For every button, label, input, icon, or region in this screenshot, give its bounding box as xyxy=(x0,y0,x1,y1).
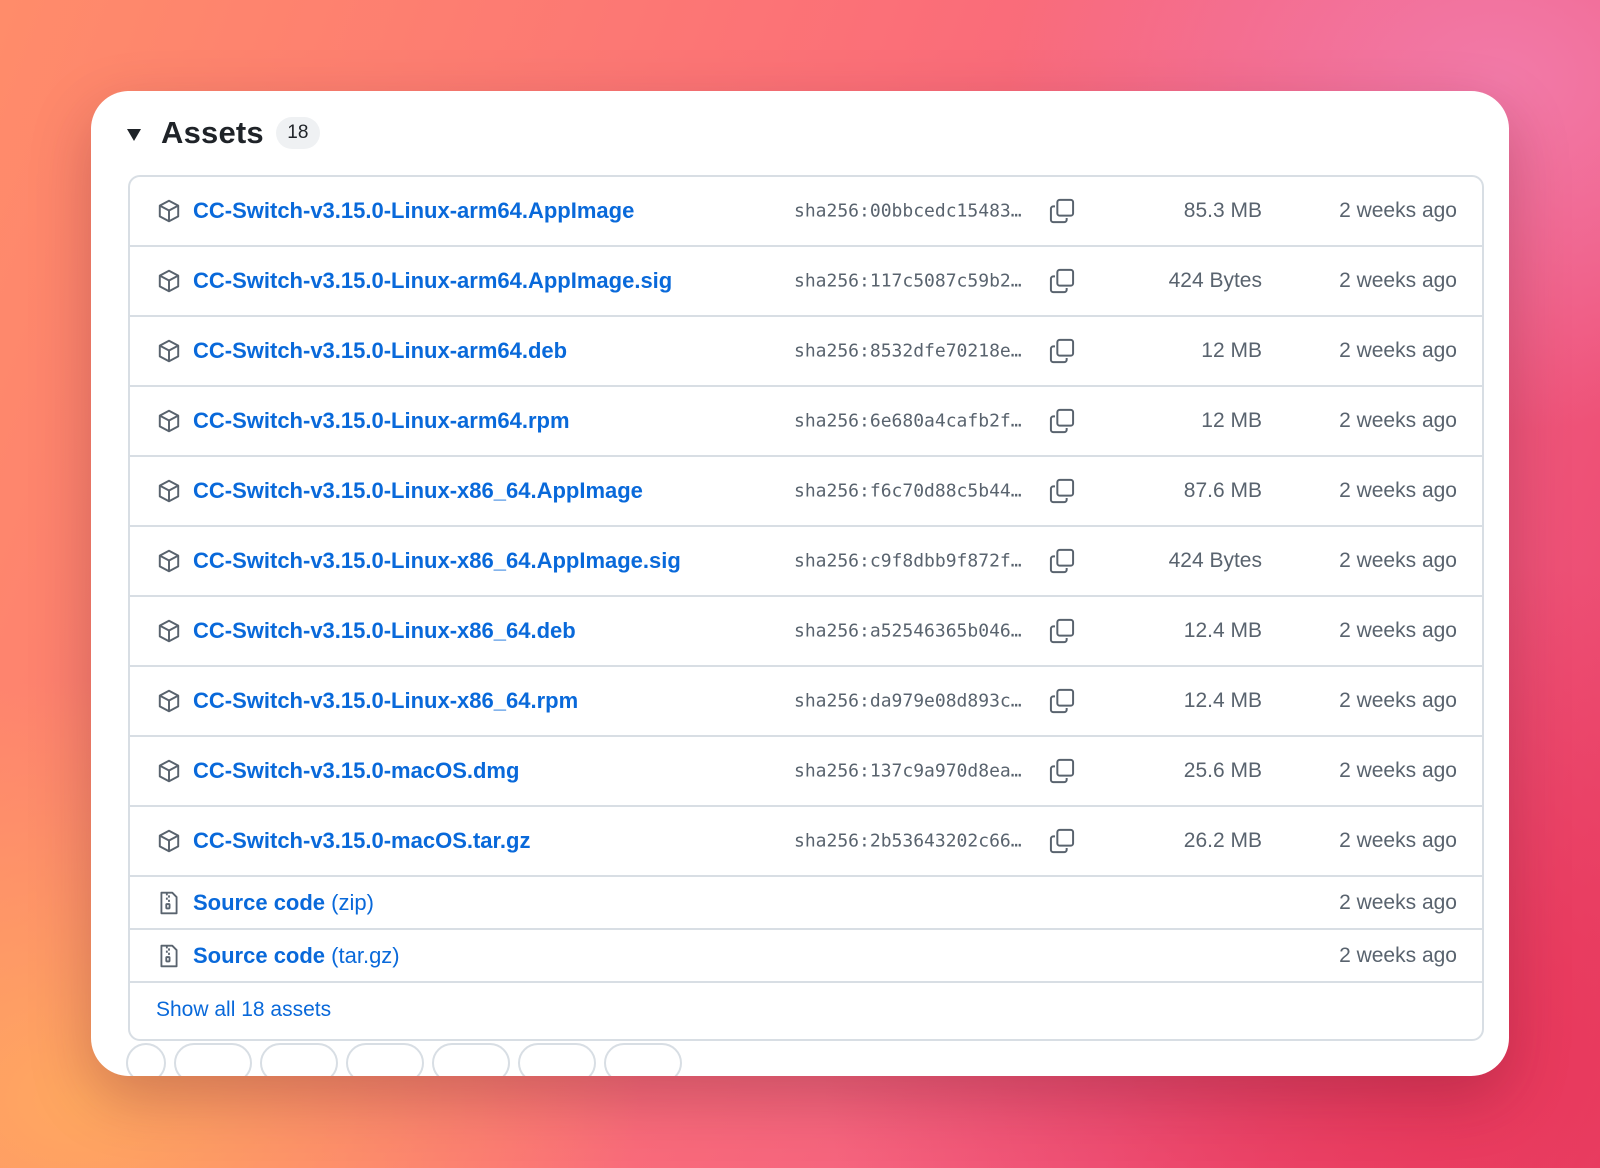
copy-icon[interactable] xyxy=(1048,687,1076,715)
assets-card: Assets 18 CC-Switch-v3.15.0-Linux-arm64.… xyxy=(91,91,1509,1076)
copy-icon[interactable] xyxy=(1048,477,1076,505)
asset-row: CC-Switch-v3.15.0-Linux-arm64.AppImage.s… xyxy=(130,247,1482,317)
source-code-format[interactable]: (tar.gz) xyxy=(331,943,399,968)
package-icon xyxy=(158,199,180,223)
asset-date: 2 weeks ago xyxy=(1339,479,1457,502)
source-code-label[interactable]: Source code xyxy=(193,890,325,915)
copy-icon[interactable] xyxy=(1048,617,1076,645)
source-row-zip: Source code (zip) 2 weeks ago xyxy=(130,877,1482,930)
asset-date: 2 weeks ago xyxy=(1339,269,1457,292)
asset-row: CC-Switch-v3.15.0-macOS.tar.gz sha256:2b… xyxy=(130,807,1482,877)
asset-link[interactable]: CC-Switch-v3.15.0-Linux-arm64.AppImage.s… xyxy=(193,268,672,294)
asset-row: CC-Switch-v3.15.0-Linux-arm64.deb sha256… xyxy=(130,317,1482,387)
reaction-pill[interactable] xyxy=(174,1043,252,1076)
asset-sha256: sha256:2b53643202c66… xyxy=(794,830,1022,852)
package-icon xyxy=(158,269,180,293)
asset-sha256: sha256:137c9a970d8ea… xyxy=(794,760,1022,782)
asset-size: 85.3 MB xyxy=(1183,199,1262,222)
package-icon xyxy=(158,479,180,503)
asset-date: 2 weeks ago xyxy=(1339,619,1457,642)
show-all-row: Show all 18 assets xyxy=(130,983,1482,1037)
asset-date: 2 weeks ago xyxy=(1339,943,1457,967)
assets-list: CC-Switch-v3.15.0-Linux-arm64.AppImage s… xyxy=(128,175,1484,1041)
asset-size: 424 Bytes xyxy=(1168,549,1262,572)
package-icon xyxy=(158,689,180,713)
asset-size: 12.4 MB xyxy=(1183,619,1262,642)
file-zip-icon xyxy=(160,944,178,967)
asset-sha256: sha256:f6c70d88c5b44… xyxy=(794,480,1022,502)
source-code-label[interactable]: Source code xyxy=(193,943,325,968)
asset-link[interactable]: CC-Switch-v3.15.0-Linux-arm64.deb xyxy=(193,338,567,364)
asset-size: 26.2 MB xyxy=(1183,829,1262,852)
asset-sha256: sha256:c9f8dbb9f872f… xyxy=(794,550,1022,572)
asset-row: CC-Switch-v3.15.0-Linux-x86_64.rpm sha25… xyxy=(130,667,1482,737)
file-zip-icon xyxy=(160,891,178,914)
asset-row: CC-Switch-v3.15.0-macOS.dmg sha256:137c9… xyxy=(130,737,1482,807)
show-all-assets-link[interactable]: Show all 18 assets xyxy=(156,998,331,1022)
asset-date: 2 weeks ago xyxy=(1339,199,1457,222)
asset-size: 12 MB xyxy=(1201,409,1262,432)
copy-icon[interactable] xyxy=(1048,267,1076,295)
asset-sha256: sha256:da979e08d893c… xyxy=(794,690,1022,712)
asset-sha256: sha256:8532dfe70218e… xyxy=(794,340,1022,362)
assets-title: Assets xyxy=(161,115,264,150)
asset-size: 12.4 MB xyxy=(1183,689,1262,712)
asset-sha256: sha256:a52546365b046… xyxy=(794,620,1022,642)
source-row-targz: Source code (tar.gz) 2 weeks ago xyxy=(130,930,1482,983)
asset-link[interactable]: CC-Switch-v3.15.0-Linux-arm64.rpm xyxy=(193,408,570,434)
asset-date: 2 weeks ago xyxy=(1339,549,1457,572)
copy-icon[interactable] xyxy=(1048,827,1076,855)
asset-link[interactable]: CC-Switch-v3.15.0-Linux-x86_64.AppImage.… xyxy=(193,548,681,574)
asset-link[interactable]: CC-Switch-v3.15.0-Linux-x86_64.deb xyxy=(193,618,576,644)
asset-size: 25.6 MB xyxy=(1183,759,1262,782)
package-icon xyxy=(158,759,180,783)
asset-link[interactable]: CC-Switch-v3.15.0-macOS.dmg xyxy=(193,758,519,784)
asset-size: 87.6 MB xyxy=(1183,479,1262,502)
asset-date: 2 weeks ago xyxy=(1339,689,1457,712)
copy-icon[interactable] xyxy=(1048,757,1076,785)
reaction-pill[interactable] xyxy=(346,1043,424,1076)
assets-header[interactable]: Assets 18 xyxy=(127,107,320,159)
reaction-pill[interactable] xyxy=(604,1043,682,1076)
asset-date: 2 weeks ago xyxy=(1339,409,1457,432)
asset-row: CC-Switch-v3.15.0-Linux-x86_64.deb sha25… xyxy=(130,597,1482,667)
copy-icon[interactable] xyxy=(1048,407,1076,435)
asset-link[interactable]: CC-Switch-v3.15.0-macOS.tar.gz xyxy=(193,828,530,854)
smiley-icon[interactable] xyxy=(126,1043,166,1076)
reactions-bar xyxy=(126,1043,682,1076)
asset-date: 2 weeks ago xyxy=(1339,339,1457,362)
asset-date: 2 weeks ago xyxy=(1339,759,1457,782)
triangle-down-icon[interactable] xyxy=(127,129,141,141)
package-icon xyxy=(158,409,180,433)
copy-icon[interactable] xyxy=(1048,197,1076,225)
asset-size: 424 Bytes xyxy=(1168,269,1262,292)
asset-link[interactable]: CC-Switch-v3.15.0-Linux-x86_64.rpm xyxy=(193,688,578,714)
asset-sha256: sha256:117c5087c59b2… xyxy=(794,270,1022,292)
asset-row: CC-Switch-v3.15.0-Linux-x86_64.AppImage.… xyxy=(130,527,1482,597)
source-code-format[interactable]: (zip) xyxy=(331,890,374,915)
assets-count-badge: 18 xyxy=(275,117,320,149)
reaction-pill[interactable] xyxy=(518,1043,596,1076)
package-icon xyxy=(158,829,180,853)
asset-link[interactable]: CC-Switch-v3.15.0-Linux-arm64.AppImage xyxy=(193,198,634,224)
reaction-pill[interactable] xyxy=(432,1043,510,1076)
copy-icon[interactable] xyxy=(1048,337,1076,365)
asset-date: 2 weeks ago xyxy=(1339,829,1457,852)
asset-row: CC-Switch-v3.15.0-Linux-x86_64.AppImage … xyxy=(130,457,1482,527)
source-code-targz-link[interactable]: Source code (tar.gz) xyxy=(193,943,400,969)
asset-sha256: sha256:00bbcedc15483… xyxy=(794,200,1022,222)
package-icon xyxy=(158,619,180,643)
asset-date: 2 weeks ago xyxy=(1339,890,1457,914)
package-icon xyxy=(158,339,180,363)
source-code-zip-link[interactable]: Source code (zip) xyxy=(193,890,374,916)
asset-size: 12 MB xyxy=(1201,339,1262,362)
asset-row: CC-Switch-v3.15.0-Linux-arm64.AppImage s… xyxy=(130,177,1482,247)
copy-icon[interactable] xyxy=(1048,547,1076,575)
asset-row: CC-Switch-v3.15.0-Linux-arm64.rpm sha256… xyxy=(130,387,1482,457)
package-icon xyxy=(158,549,180,573)
reaction-pill[interactable] xyxy=(260,1043,338,1076)
asset-sha256: sha256:6e680a4cafb2f… xyxy=(794,410,1022,432)
asset-link[interactable]: CC-Switch-v3.15.0-Linux-x86_64.AppImage xyxy=(193,478,643,504)
